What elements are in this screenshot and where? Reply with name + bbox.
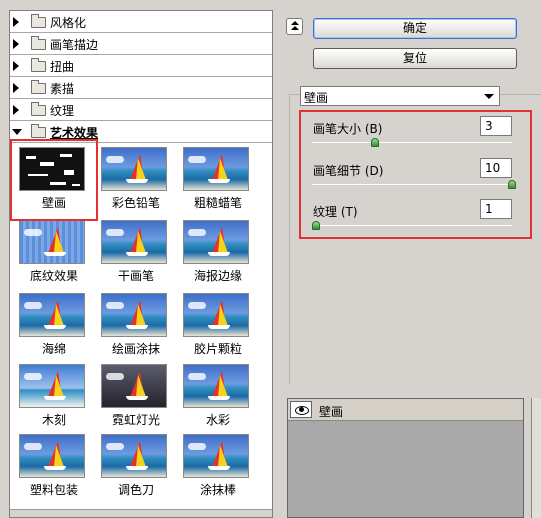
triangle-right-icon[interactable] xyxy=(13,17,19,27)
filter-thumb-6[interactable]: 海绵 xyxy=(14,293,94,363)
filter-label: 霓虹灯光 xyxy=(111,413,160,427)
folder-icon xyxy=(31,14,46,28)
triangle-down-icon[interactable] xyxy=(12,129,22,135)
filter-gallery-panel: 风格化 画笔描边 扭曲 素描 纹理 艺术效果 壁画 彩色铅笔 粗糙蜡笔 底纹效果 干画笔 海报边缘海… xyxy=(9,10,273,518)
filter-thumb-5[interactable]: 海报边缘 xyxy=(178,220,258,290)
filter-label: 塑料包装 xyxy=(29,483,78,497)
filter-thumb-12[interactable]: 塑料包装 xyxy=(14,434,94,504)
filter-preview-image xyxy=(101,293,167,337)
category-label: 画笔描边 xyxy=(50,38,99,52)
filter-preview-image xyxy=(101,147,167,191)
filter-label: 胶片颗粒 xyxy=(193,342,242,356)
filter-thumb-13[interactable]: 调色刀 xyxy=(96,434,176,504)
filter-dropdown-value: 壁画 xyxy=(304,91,329,105)
effect-layer-row[interactable]: 壁画 xyxy=(288,399,523,421)
filter-preview-image xyxy=(101,220,167,264)
filter-label: 绘画涂抹 xyxy=(111,342,160,356)
filter-label: 木刻 xyxy=(41,413,66,427)
triangle-right-icon[interactable] xyxy=(13,83,19,93)
filter-dropdown[interactable]: 壁画 xyxy=(300,86,500,106)
filter-label: 海报边缘 xyxy=(193,269,242,283)
folder-icon xyxy=(31,58,46,72)
filter-thumb-3[interactable]: 底纹效果 xyxy=(14,220,94,290)
chevron-down-icon xyxy=(484,94,494,99)
filter-preview-image xyxy=(183,220,249,264)
collapse-gallery-button[interactable] xyxy=(286,18,303,35)
filter-label: 彩色铅笔 xyxy=(111,196,160,210)
category-2[interactable]: 扭曲 xyxy=(10,55,272,77)
triangle-right-icon[interactable] xyxy=(13,105,19,115)
effect-layer-label: 壁画 xyxy=(319,405,344,419)
filter-label: 粗糙蜡笔 xyxy=(193,196,242,210)
filter-thumb-11[interactable]: 水彩 xyxy=(178,364,258,434)
highlight-selected-filter xyxy=(10,139,98,221)
filter-preview-image xyxy=(183,364,249,408)
filter-thumb-10[interactable]: 霓虹灯光 xyxy=(96,364,176,434)
filter-thumb-14[interactable]: 涂抹棒 xyxy=(178,434,258,504)
filter-label: 底纹效果 xyxy=(29,269,78,283)
filter-preview-image xyxy=(101,364,167,408)
category-list: 风格化 画笔描边 扭曲 素描 纹理 艺术效果 xyxy=(10,11,272,143)
category-label: 素描 xyxy=(50,82,75,96)
folder-icon xyxy=(31,80,46,94)
reset-button[interactable]: 复位 xyxy=(313,48,517,69)
layer-scrollbar[interactable] xyxy=(531,398,541,518)
filter-thumb-9[interactable]: 木刻 xyxy=(14,364,94,434)
folder-icon xyxy=(31,36,46,50)
filter-label: 调色刀 xyxy=(117,483,154,497)
filter-label: 涂抹棒 xyxy=(199,483,236,497)
eye-icon[interactable] xyxy=(290,401,312,418)
folder-icon xyxy=(31,124,46,138)
category-3[interactable]: 素描 xyxy=(10,77,272,99)
triangle-right-icon[interactable] xyxy=(13,61,19,71)
category-0[interactable]: 风格化 xyxy=(10,11,272,33)
highlight-parameters xyxy=(299,110,532,239)
category-label: 扭曲 xyxy=(50,60,75,74)
filter-thumb-8[interactable]: 胶片颗粒 xyxy=(178,293,258,363)
category-4[interactable]: 纹理 xyxy=(10,99,272,121)
filter-thumb-1[interactable]: 彩色铅笔 xyxy=(96,147,176,217)
filter-preview-image xyxy=(19,220,85,264)
filter-preview-image xyxy=(183,434,249,478)
filter-label: 干画笔 xyxy=(117,269,154,283)
category-1[interactable]: 画笔描边 xyxy=(10,33,272,55)
filter-thumb-4[interactable]: 干画笔 xyxy=(96,220,176,290)
filter-label: 海绵 xyxy=(41,342,66,356)
gallery-bottom-bar xyxy=(10,509,272,517)
ok-button[interactable]: 确定 xyxy=(313,18,517,39)
filter-thumb-2[interactable]: 粗糙蜡笔 xyxy=(178,147,258,217)
filter-thumb-7[interactable]: 绘画涂抹 xyxy=(96,293,176,363)
filter-preview-image xyxy=(19,434,85,478)
category-label: 纹理 xyxy=(50,104,75,118)
filter-preview-image xyxy=(19,364,85,408)
filter-preview-image xyxy=(19,293,85,337)
folder-icon xyxy=(31,102,46,116)
filter-preview-image xyxy=(183,293,249,337)
filter-preview-image xyxy=(183,147,249,191)
category-label: 风格化 xyxy=(50,16,87,30)
filter-label: 水彩 xyxy=(205,413,230,427)
filter-preview-image xyxy=(101,434,167,478)
effect-layer-panel: 壁画 xyxy=(287,398,524,518)
triangle-right-icon[interactable] xyxy=(13,39,19,49)
